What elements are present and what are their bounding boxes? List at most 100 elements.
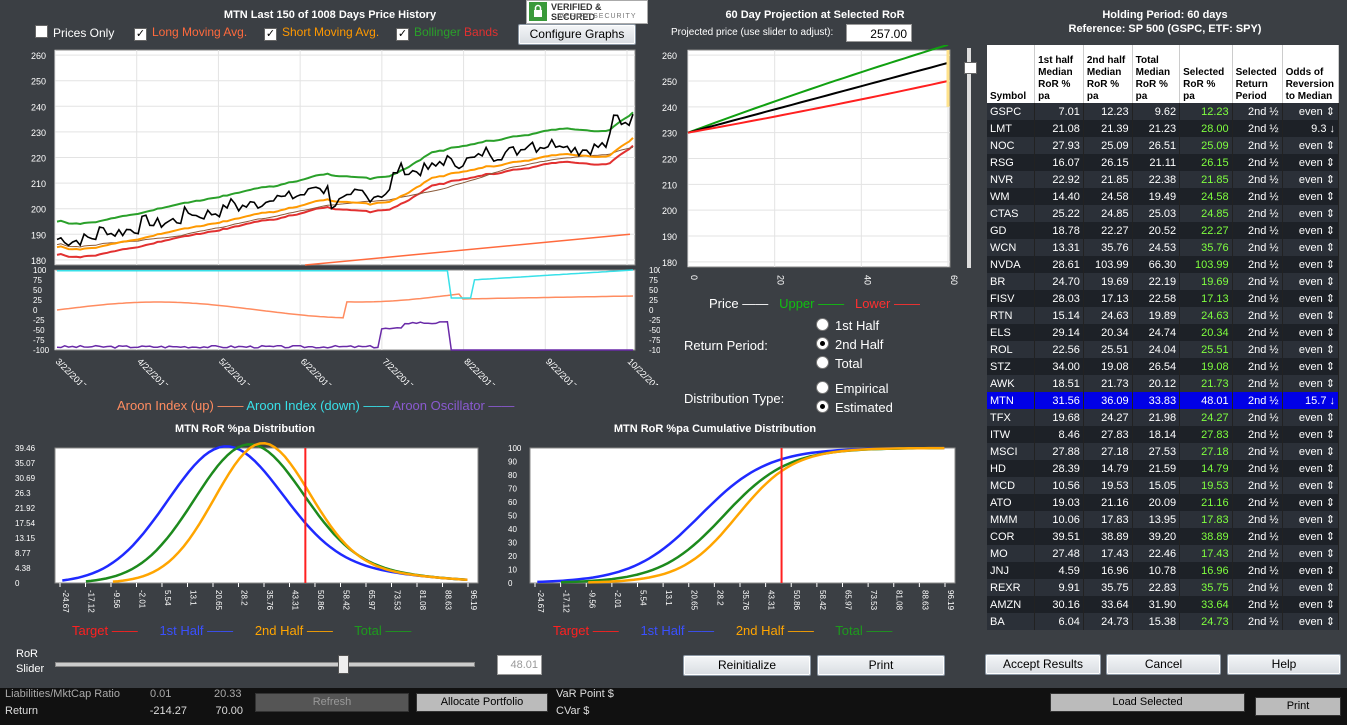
table-row[interactable]: HD 28.39 14.79 21.59 14.79 2nd ½ even ⇕ [987, 460, 1339, 477]
table-row[interactable]: COR 39.51 38.89 39.20 38.89 2nd ½ even ⇕ [987, 528, 1339, 545]
verified-badge[interactable]: VERIFIED & SECURED VERIFY SECURITY [526, 0, 648, 24]
load-selected-button[interactable]: Load Selected [1050, 693, 1245, 712]
radio-button-selected[interactable] [816, 337, 829, 350]
reinitialize-button[interactable]: Reinitialize [683, 655, 811, 676]
table-row[interactable]: ELS 29.14 20.34 24.74 20.34 2nd ½ even ⇕ [987, 324, 1339, 341]
results-table-container[interactable]: Symbol 1st half Median RoR % pa 2nd half M… [987, 45, 1339, 645]
table-row[interactable]: ITW 8.46 27.83 18.14 27.83 2nd ½ even ⇕ [987, 426, 1339, 443]
value-cell: 21.16 [1179, 494, 1233, 511]
column-header[interactable]: 2nd half Median RoR % pa [1083, 45, 1133, 103]
table-row[interactable]: WM 14.40 24.58 19.49 24.58 2nd ½ even ⇕ [987, 188, 1339, 205]
value-cell: 24.63 [1179, 307, 1233, 324]
results-table[interactable]: Symbol 1st half Median RoR % pa 2nd half M… [987, 45, 1339, 630]
column-header[interactable]: Symbol [987, 45, 1036, 103]
table-row[interactable]: JNJ 4.59 16.96 10.78 16.96 2nd ½ even ⇕ [987, 562, 1339, 579]
print-underlying-button[interactable]: Print [1255, 697, 1341, 716]
table-header-row: Symbol 1st half Median RoR % pa 2nd half M… [987, 45, 1339, 103]
table-row[interactable]: AWK 18.51 21.73 20.12 21.73 2nd ½ even ⇕ [987, 375, 1339, 392]
checkmark-icon[interactable]: ✓ [396, 28, 409, 41]
table-row[interactable]: MO 27.48 17.43 22.46 17.43 2nd ½ even ⇕ [987, 545, 1339, 562]
projected-price-field[interactable]: 257.00 [846, 24, 912, 42]
table-row[interactable]: GD 18.78 22.27 20.52 22.27 2nd ½ even ⇕ [987, 222, 1339, 239]
table-row[interactable]: MCD 10.56 19.53 15.05 19.53 2nd ½ even ⇕ [987, 477, 1339, 494]
checkmark-icon[interactable]: ✓ [264, 28, 277, 41]
print-button[interactable]: Print [817, 655, 945, 676]
value-cell: 21.85 [1179, 171, 1233, 188]
ror-slider-track[interactable] [55, 662, 475, 667]
table-row[interactable]: CTAS 25.22 24.85 25.03 24.85 2nd ½ even ⇕ [987, 205, 1339, 222]
table-row[interactable]: NVDA 28.61 103.99 66.30 103.99 2nd ½ even ⇕ [987, 256, 1339, 273]
table-row[interactable]: RSG 16.07 26.15 21.11 26.15 2nd ½ even ⇕ [987, 154, 1339, 171]
refresh-button[interactable]: Refresh [255, 693, 409, 712]
checkbox-box[interactable] [35, 25, 48, 38]
dist-y-tick: 70 [508, 485, 517, 494]
table-row[interactable]: NOC 27.93 25.09 26.51 25.09 2nd ½ even ⇕ [987, 137, 1339, 154]
rp-option-1st[interactable]: 1st Half [816, 318, 879, 333]
radio-button[interactable] [816, 381, 829, 394]
dist-x-tick: 20.65 [214, 590, 223, 611]
value-cell: 16.07 [1034, 154, 1084, 171]
value-cell: 15.05 [1132, 477, 1181, 494]
table-row[interactable]: NVR 22.92 21.85 22.38 21.85 2nd ½ even ⇕ [987, 171, 1339, 188]
rp-option-total[interactable]: Total [816, 356, 862, 371]
projection-slider-thumb[interactable] [964, 62, 977, 74]
radio-button[interactable] [816, 356, 829, 369]
short-ma-checkbox[interactable]: ✓ Short Moving Avg. [264, 25, 379, 41]
dist-y-tick: 10 [508, 566, 517, 575]
allocate-portfolio-button[interactable]: Allocate Portfolio [416, 693, 548, 712]
value-cell: even ⇕ [1282, 528, 1339, 545]
bollinger-checkbox[interactable]: ✓ Bollinger Bands [396, 25, 498, 41]
legend-first-half: 1st Half [159, 623, 204, 638]
value-cell: 9.91 [1034, 579, 1084, 596]
table-row[interactable]: ROL 22.56 25.51 24.04 25.51 2nd ½ even ⇕ [987, 341, 1339, 358]
radio-button-selected[interactable] [816, 400, 829, 413]
table-row[interactable]: RTN 15.14 24.63 19.89 24.63 2nd ½ even ⇕ [987, 307, 1339, 324]
table-row[interactable]: ATO 19.03 21.16 20.09 21.16 2nd ½ even ⇕ [987, 494, 1339, 511]
dist-x-tick: 96.19 [946, 590, 955, 611]
column-header[interactable]: 1st half Median RoR % pa [1034, 45, 1084, 103]
accept-results-button[interactable]: Accept Results [985, 654, 1101, 675]
table-row[interactable]: MSCI 27.88 27.18 27.53 27.18 2nd ½ even ⇕ [987, 443, 1339, 460]
symbol-cell: LMT [987, 120, 1036, 137]
column-header[interactable]: Odds of Reversion to Median [1282, 45, 1339, 103]
table-row[interactable]: MMM 10.06 17.83 13.95 17.83 2nd ½ even ⇕ [987, 511, 1339, 528]
projection-slider-track[interactable] [967, 48, 971, 268]
value-cell: 2nd ½ [1232, 528, 1283, 545]
ror-value-field[interactable]: 48.01 [497, 655, 542, 675]
value-cell: 2nd ½ [1232, 239, 1283, 256]
configure-graphs-button[interactable]: Configure Graphs [518, 24, 636, 45]
dist-y-tick: 26.3 [15, 489, 31, 498]
table-row[interactable]: MTN 31.56 36.09 33.83 48.01 2nd ½ 15.7 ↓ [987, 392, 1339, 409]
value-cell: 18.51 [1034, 375, 1084, 392]
prices-only-checkbox[interactable]: Prices Only [35, 25, 114, 40]
checkmark-icon[interactable]: ✓ [134, 28, 147, 41]
column-header[interactable]: Selected RoR % pa [1179, 45, 1233, 103]
table-row[interactable]: BR 24.70 19.69 22.19 19.69 2nd ½ even ⇕ [987, 273, 1339, 290]
dist-option-empirical[interactable]: Empirical [816, 381, 888, 396]
table-row[interactable]: FISV 28.03 17.13 22.58 17.13 2nd ½ even ⇕ [987, 290, 1339, 307]
table-row[interactable]: STZ 34.00 19.08 26.54 19.08 2nd ½ even ⇕ [987, 358, 1339, 375]
table-row[interactable]: WCN 13.31 35.76 24.53 35.76 2nd ½ even ⇕ [987, 239, 1339, 256]
table-row[interactable]: BA 6.04 24.73 15.38 24.73 2nd ½ even ⇕ [987, 613, 1339, 630]
table-row[interactable]: GSPC 7.01 12.23 9.62 12.23 2nd ½ even ⇕ [987, 103, 1339, 120]
long-ma-checkbox[interactable]: ✓ Long Moving Avg. [134, 25, 247, 41]
help-button[interactable]: Help [1227, 654, 1341, 675]
table-row[interactable]: LMT 21.08 21.39 21.23 28.00 2nd ½ 9.3 ↓ [987, 120, 1339, 137]
dist-option-estimated[interactable]: Estimated [816, 400, 893, 415]
aroon-tick-right: -50 [649, 326, 660, 335]
table-row[interactable]: REXR 9.91 35.75 22.83 35.75 2nd ½ even ⇕ [987, 579, 1339, 596]
rp-option-2nd[interactable]: 2nd Half [816, 337, 883, 352]
value-cell: 2nd ½ [1232, 562, 1283, 579]
table-row[interactable]: TFX 19.68 24.27 21.98 24.27 2nd ½ even ⇕ [987, 409, 1339, 426]
radio-button[interactable] [816, 318, 829, 331]
projection-y-tick: 240 [662, 103, 677, 113]
ror-slider-thumb[interactable] [338, 655, 350, 674]
column-header[interactable]: Selected Return Period [1232, 45, 1283, 103]
value-cell: even ⇕ [1282, 409, 1339, 426]
aroon-tick-left: 100 [33, 266, 47, 275]
column-header[interactable]: Total Median RoR % pa [1132, 45, 1181, 103]
table-row[interactable]: AMZN 30.16 33.64 31.90 33.64 2nd ½ even ⇕ [987, 596, 1339, 613]
symbol-cell: WCN [987, 239, 1036, 256]
cancel-button[interactable]: Cancel [1106, 654, 1221, 675]
date-tick-label: 6/22/2017 [299, 356, 334, 385]
